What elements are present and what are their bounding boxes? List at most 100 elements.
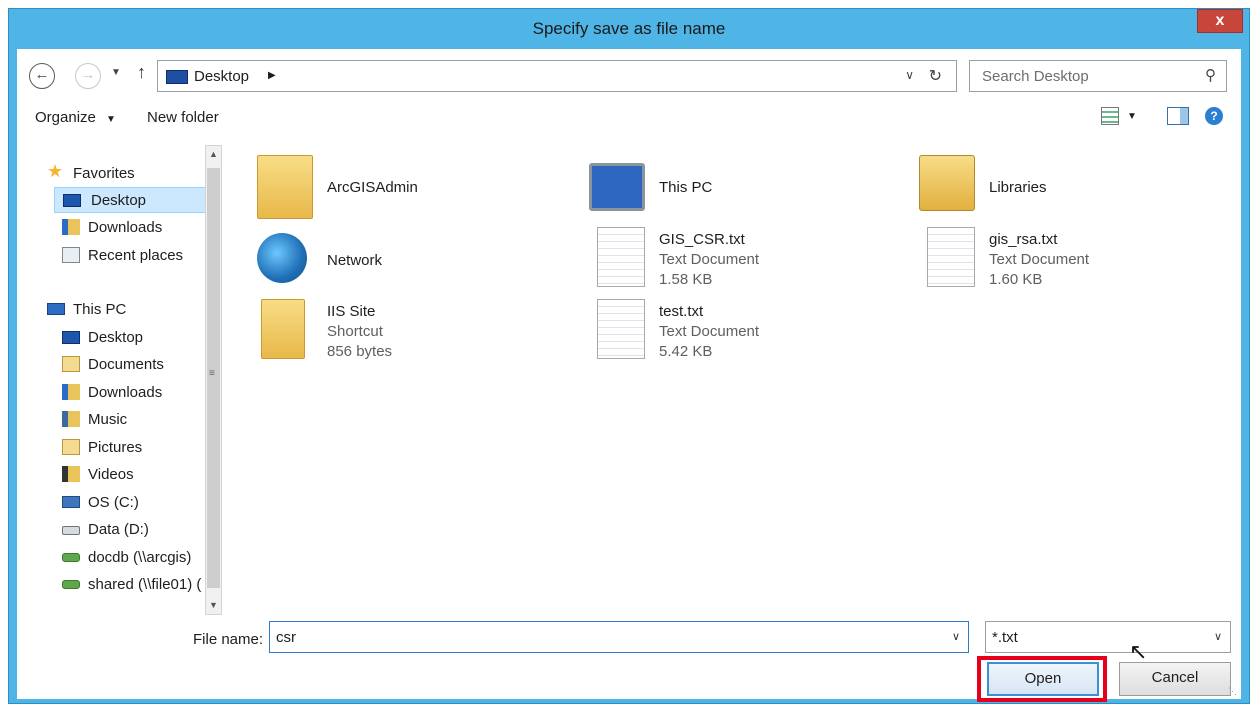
scroll-thumb[interactable]: ≡: [207, 168, 220, 588]
item-name: test.txt: [659, 303, 704, 320]
file-type-chevron-down-icon[interactable]: ∨: [1214, 630, 1222, 643]
nav-item-label: Favorites: [73, 165, 135, 182]
nav-item-documents[interactable]: Documents: [62, 352, 212, 378]
list-item-test[interactable]: test.txt Text Document 5.42 KB: [589, 299, 889, 363]
pictures-folder-icon: [62, 439, 80, 455]
open-button[interactable]: Open: [987, 662, 1099, 696]
back-button[interactable]: ←: [29, 63, 55, 89]
scroll-down-arrow-icon[interactable]: ▼: [206, 597, 221, 614]
resize-grip-icon[interactable]: ⋱: [1228, 686, 1237, 697]
search-input[interactable]: Search Desktop ⚲: [969, 60, 1227, 92]
file-type-select[interactable]: *.txt ∨: [985, 621, 1231, 653]
item-type: Text Document: [659, 323, 760, 340]
view-options-chevron-down-icon[interactable]: ▼: [1127, 111, 1137, 122]
list-item-gis-rsa[interactable]: gis_rsa.txt Text Document 1.60 KB: [919, 227, 1219, 291]
nav-item-favorites[interactable]: ★ Favorites: [47, 161, 207, 187]
forward-button[interactable]: →: [75, 63, 101, 89]
list-item-libraries[interactable]: Libraries: [919, 155, 1219, 219]
network-icon: [257, 233, 307, 283]
nav-item-downloads[interactable]: Downloads: [62, 380, 212, 406]
list-item-iis-site[interactable]: IIS Site Shortcut 856 bytes: [257, 299, 557, 363]
nav-item-os-drive[interactable]: OS (C:): [62, 490, 212, 516]
list-item-gis-csr[interactable]: GIS_CSR.txt Text Document 1.58 KB: [589, 227, 889, 291]
text-file-icon: [597, 299, 645, 359]
grip-icon: ≡: [209, 368, 215, 379]
nav-item-data-drive[interactable]: Data (D:): [62, 517, 212, 543]
nav-item-label: Downloads: [88, 384, 163, 401]
organize-button[interactable]: Organize ▼: [35, 109, 116, 126]
nav-item-shared[interactable]: shared (\\file01) (: [62, 572, 212, 598]
scroll-up-arrow-icon[interactable]: ▲: [206, 146, 221, 163]
change-view-icon[interactable]: [1101, 107, 1119, 125]
window-title: Specify save as file name: [532, 19, 726, 38]
file-type-value: *.txt: [992, 629, 1018, 646]
nav-item-recent-places[interactable]: Recent places: [62, 243, 212, 269]
computer-icon: [589, 163, 645, 211]
libraries-icon: [919, 155, 975, 211]
nav-item-music[interactable]: Music: [62, 407, 212, 433]
new-folder-button[interactable]: New folder: [147, 109, 219, 126]
item-name: Network: [327, 252, 383, 269]
address-path[interactable]: Desktop: [194, 68, 249, 85]
dialog-window: Specify save as file name x ← → ▼ ↑ Desk…: [8, 8, 1250, 704]
nav-item-pictures[interactable]: Pictures: [62, 435, 212, 461]
nav-item-downloads-favorite[interactable]: Downloads: [62, 215, 212, 241]
nav-scrollbar[interactable]: ▲ ≡ ▼: [205, 145, 222, 615]
up-arrow-icon[interactable]: ↑: [137, 62, 146, 83]
nav-item-desktop-favorite[interactable]: Desktop: [54, 187, 206, 213]
desktop-icon: [63, 194, 81, 207]
recent-locations-chevron-down-icon[interactable]: ▼: [111, 67, 121, 78]
address-chevron-down-icon[interactable]: ∨: [905, 68, 914, 82]
preview-pane-icon[interactable]: [1167, 107, 1189, 125]
network-drive-icon: [62, 580, 80, 589]
close-button[interactable]: x: [1197, 9, 1243, 33]
title-bar: Specify save as file name x: [9, 9, 1249, 49]
list-item-network[interactable]: Network: [257, 227, 557, 291]
item-name: This PC: [659, 179, 713, 196]
item-size: 1.58 KB: [659, 271, 713, 288]
navigation-pane: ★ Favorites Desktop Downloads Recent pla…: [25, 145, 229, 615]
nav-item-label: Desktop: [91, 192, 147, 209]
search-icon[interactable]: ⚲: [1205, 66, 1216, 84]
path-arrow-icon[interactable]: ▶: [268, 70, 276, 81]
nav-item-label: docdb (\\arcgis): [88, 549, 192, 566]
nav-item-label: Desktop: [88, 329, 144, 346]
nav-item-label: This PC: [73, 301, 127, 318]
item-name: ArcGISAdmin: [327, 179, 418, 196]
help-icon[interactable]: ?: [1205, 107, 1223, 125]
computer-icon: [47, 303, 65, 315]
file-name-input[interactable]: csr ∨: [269, 621, 969, 653]
nav-item-label: Music: [88, 411, 128, 428]
refresh-icon[interactable]: ↻: [929, 66, 942, 86]
cancel-button[interactable]: Cancel: [1119, 662, 1231, 696]
drive-icon: [62, 526, 80, 535]
item-name: IIS Site: [327, 303, 376, 320]
network-drive-icon: [62, 553, 80, 562]
item-size: 1.60 KB: [989, 271, 1043, 288]
nav-item-desktop[interactable]: Desktop: [62, 325, 212, 351]
file-name-value[interactable]: csr: [276, 629, 296, 646]
item-size: 856 bytes: [327, 343, 393, 360]
list-item-this-pc[interactable]: This PC: [589, 155, 889, 219]
nav-item-this-pc[interactable]: This PC: [47, 297, 207, 323]
item-type: Text Document: [989, 251, 1090, 268]
shortcut-folder-icon: [261, 299, 305, 359]
file-name-chevron-down-icon[interactable]: ∨: [952, 630, 960, 643]
list-item-arcgisadmin[interactable]: ArcGISAdmin: [257, 155, 557, 219]
nav-item-label: OS (C:): [88, 494, 139, 511]
text-file-icon: [597, 227, 645, 287]
videos-folder-icon: [62, 466, 80, 482]
dialog-body: ← → ▼ ↑ Desktop ▶ ∨ ↻ Search Desktop ⚲ O…: [17, 49, 1241, 702]
nav-item-videos[interactable]: Videos: [62, 462, 212, 488]
nav-item-docdb[interactable]: docdb (\\arcgis): [62, 545, 212, 571]
nav-item-label: Data (D:): [88, 521, 149, 538]
downloads-folder-icon: [62, 384, 80, 400]
chevron-down-icon: ▼: [106, 114, 116, 125]
system-drive-icon: [62, 496, 80, 508]
item-size: 5.42 KB: [659, 343, 713, 360]
user-folder-icon: [257, 155, 313, 219]
documents-folder-icon: [62, 356, 80, 372]
nav-item-label: Recent places: [88, 247, 184, 264]
address-bar[interactable]: Desktop ▶ ∨ ↻: [157, 60, 957, 92]
music-folder-icon: [62, 411, 80, 427]
